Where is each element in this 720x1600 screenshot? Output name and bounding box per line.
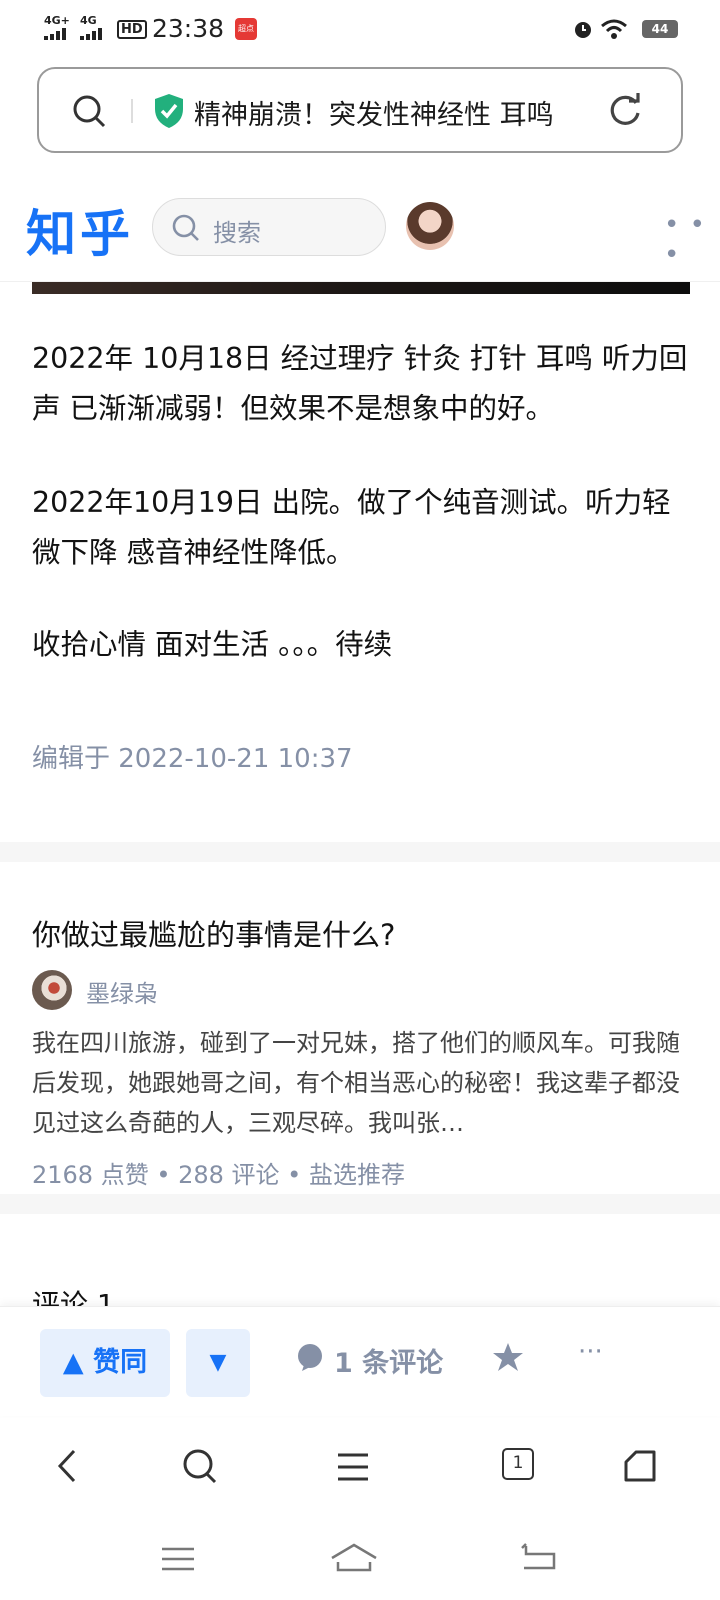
downvote-button[interactable]: ▼	[186, 1329, 250, 1397]
recent-apps-icon[interactable]	[160, 1546, 196, 1574]
divider	[131, 99, 133, 123]
system-navigation-bar	[0, 1518, 720, 1600]
refresh-icon[interactable]	[607, 91, 643, 129]
search-input[interactable]: 搜索	[152, 198, 386, 256]
section-divider	[0, 1194, 720, 1214]
clock: 23:38	[152, 14, 225, 43]
article-paragraph: 2022年 10月18日 经过理疗 针灸 打针 耳鸣 听力回声 已渐渐减弱！但效…	[32, 342, 688, 425]
more-actions-button[interactable]: ···	[578, 1337, 603, 1367]
recommendation-meta: 2168 点赞 • 288 评论 • 盐选推荐	[32, 1161, 405, 1189]
battery-indicator: 44	[642, 20, 678, 38]
status-bar: 4G+ 4G HD 23:38 超点 44	[0, 0, 720, 58]
author-name[interactable]: 墨绿枭	[86, 974, 158, 1009]
browser-toolbar: 1	[0, 1418, 720, 1518]
home-icon[interactable]	[622, 1448, 658, 1484]
upvote-button[interactable]: ▲ 赞同	[40, 1329, 170, 1397]
zhihu-header: 知乎 搜索 • • •	[0, 176, 720, 282]
search-placeholder: 搜索	[213, 219, 261, 247]
wifi-icon	[601, 19, 627, 39]
more-menu-button[interactable]: • • •	[664, 210, 720, 270]
article-paragraph: 2022年10月19日 出院。做了个纯音测试。听力轻微下降 感音神经性降低。	[32, 486, 671, 569]
avatar[interactable]	[406, 202, 454, 250]
app-notification-icon: 超点	[235, 18, 257, 40]
signal-bars-icon	[44, 28, 66, 40]
alarm-icon	[575, 22, 591, 38]
signal-4g-plus: 4G+	[44, 14, 70, 27]
page-title[interactable]: 精神崩溃！突发性神经性 耳鸣	[194, 93, 634, 129]
menu-icon[interactable]	[336, 1452, 370, 1482]
tabs-button[interactable]: 1	[502, 1448, 534, 1480]
secure-shield-icon	[155, 94, 183, 128]
comments-heading: 评论 1	[32, 1288, 115, 1307]
search-icon	[172, 214, 199, 241]
search-icon[interactable]	[182, 1448, 218, 1486]
hd-voice-icon: HD	[117, 20, 147, 39]
star-icon[interactable]	[492, 1341, 524, 1373]
recommendation-excerpt[interactable]: 我在四川旅游，碰到了一对兄妹，搭了他们的顺风车。可我随后发现，她跟她哥之间，有个…	[32, 1023, 692, 1143]
comment-icon[interactable]	[296, 1343, 324, 1371]
edited-timestamp: 编辑于 2022-10-21 10:37	[32, 744, 353, 774]
back-icon[interactable]	[54, 1448, 80, 1484]
zhihu-logo[interactable]: 知乎	[26, 194, 134, 266]
author-avatar[interactable]	[32, 970, 72, 1010]
browser-address-bar[interactable]: 精神崩溃！突发性神经性 耳鸣	[37, 67, 683, 153]
section-divider	[0, 842, 720, 862]
answer-action-bar: ▲ 赞同 ▼ 1 条评论 ···	[0, 1306, 720, 1416]
comments-button[interactable]: 1 条评论	[334, 1341, 443, 1380]
signal-4g: 4G	[80, 14, 97, 27]
system-back-icon[interactable]	[520, 1542, 558, 1572]
system-home-icon[interactable]	[330, 1542, 378, 1574]
signal-bars-icon	[80, 28, 102, 40]
recommendation-title[interactable]: 你做过最尴尬的事情是什么?	[32, 912, 395, 954]
search-icon[interactable]	[71, 93, 107, 129]
article-paragraph: 收拾心情 面对生活 。。。待续	[32, 628, 393, 661]
article-image-bottom-edge	[32, 282, 690, 294]
